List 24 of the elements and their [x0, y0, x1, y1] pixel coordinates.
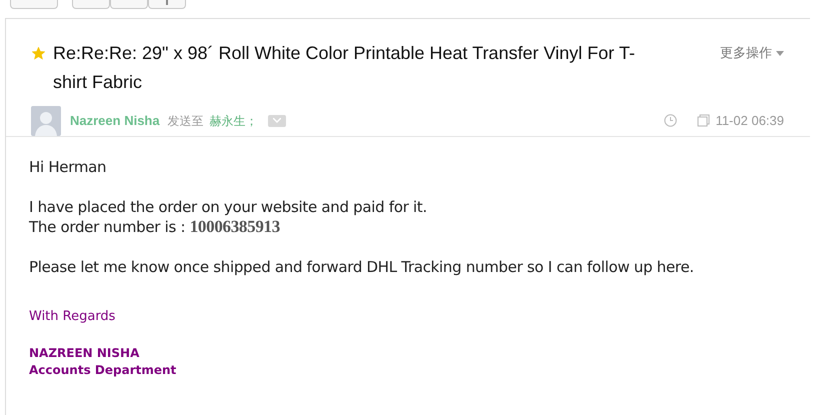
clock-icon[interactable] — [664, 114, 677, 127]
body-paragraph: Hi Herman — [29, 157, 108, 177]
signature-name: NAZREEN NISHA — [29, 345, 140, 362]
expand-recipients-button[interactable] — [268, 114, 286, 126]
star-icon[interactable] — [32, 47, 45, 60]
toolbar-button[interactable] — [10, 0, 58, 9]
sent-time: 11-02 06:39 — [716, 112, 784, 130]
toolbar-button[interactable] — [148, 0, 186, 9]
sender-name[interactable]: Nazreen Nisha — [70, 110, 160, 130]
body-paragraph: Please let me know once shipped and forward DHL Tracking number so I can follow up here. — [29, 257, 695, 277]
caret-icon — [776, 50, 784, 56]
sent-to-label: 发送至 — [168, 112, 204, 130]
recipient-name[interactable]: 赫永生； — [210, 112, 258, 130]
email-subject: Re:Re:Re: 29" x 98´ Roll White Color Printable Heat Transfer Vinyl For T-shirt Fabric — [53, 42, 636, 94]
toolbar-button[interactable] — [110, 0, 148, 9]
copy-icon[interactable] — [696, 114, 710, 127]
more-actions-button[interactable]: 更多操作 — [720, 41, 784, 65]
body-line: The order number is : 10006385913 — [29, 217, 281, 237]
signature-department: Accounts Department — [29, 362, 178, 379]
signature-greeting: With Regards — [29, 308, 116, 326]
toolbar-button[interactable] — [72, 0, 110, 9]
avatar-icon — [31, 106, 61, 136]
body-line: I have placed the order on your website and paid for it. — [29, 197, 428, 217]
chevron-down-icon — [272, 118, 281, 123]
